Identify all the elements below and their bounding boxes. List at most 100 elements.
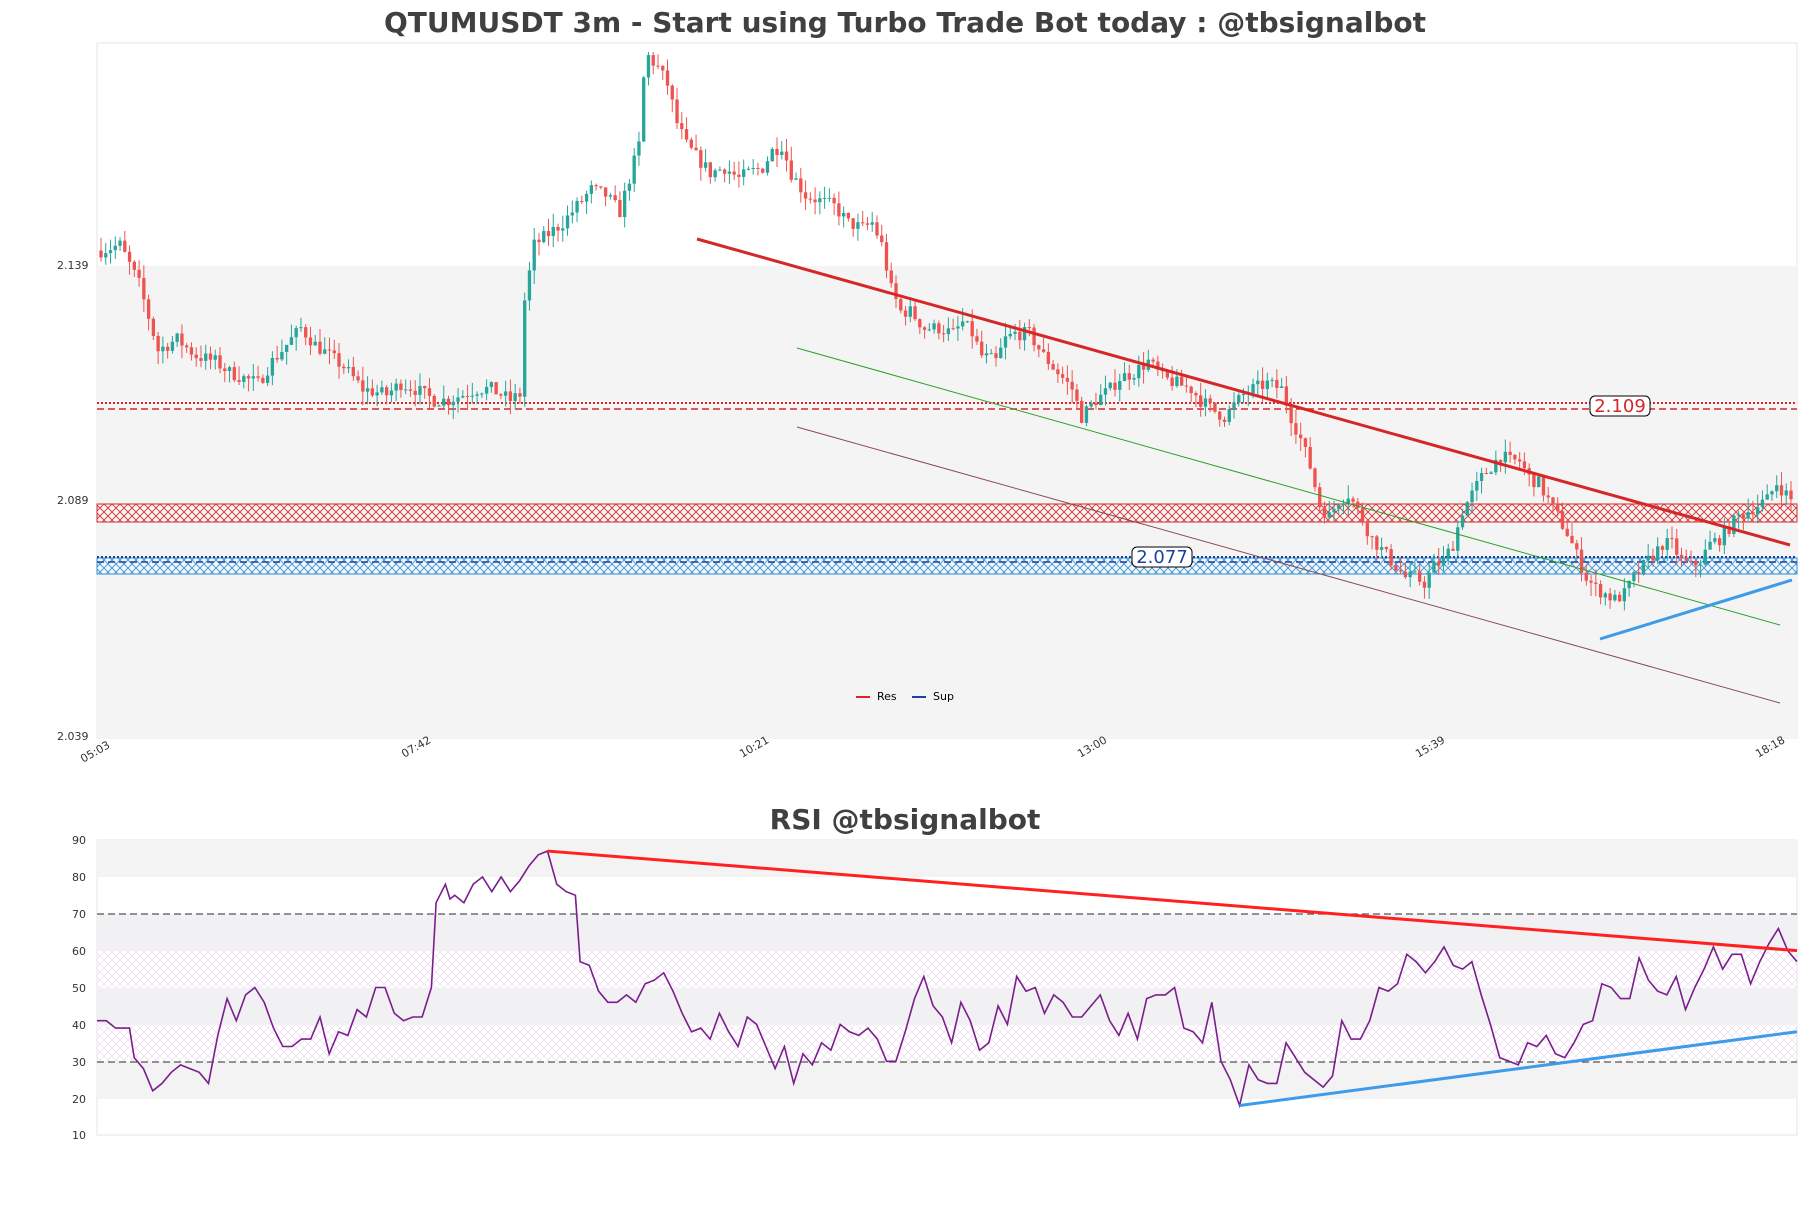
candle-body — [580, 201, 584, 203]
candle-body — [956, 326, 960, 329]
candle-body — [1046, 351, 1051, 365]
candle-body — [465, 395, 470, 397]
candle-body — [1103, 388, 1108, 395]
candle-body — [1003, 336, 1008, 348]
support-price-text: 2.077 — [1136, 547, 1188, 568]
candle-body — [1199, 395, 1203, 407]
candle-body — [1532, 474, 1536, 488]
candle-body — [803, 192, 808, 199]
candle-body — [437, 405, 441, 407]
candle-body — [251, 376, 256, 379]
candle-body — [1080, 400, 1084, 423]
candle-body — [461, 395, 465, 398]
candle-body — [1584, 572, 1588, 581]
candle-body — [489, 382, 494, 387]
y-tick-label: 2.139 — [57, 259, 89, 272]
candle-body — [599, 186, 603, 188]
resistance-price-label: 2.109 — [1589, 395, 1651, 417]
candle-body — [570, 212, 574, 216]
candle-body — [1227, 409, 1231, 422]
candle-body — [1784, 490, 1788, 496]
candle-body — [1222, 419, 1227, 422]
candle-body — [841, 212, 846, 217]
candle-body — [1679, 554, 1684, 558]
rsi-band-40-50 — [97, 988, 1797, 1025]
legend-label-sup: Sup — [933, 690, 954, 703]
candle-body — [1279, 386, 1284, 388]
rsi-y-tick-label: 20 — [72, 1093, 86, 1106]
candle-body — [342, 366, 346, 369]
candle-body — [1594, 582, 1598, 584]
candle-body — [137, 269, 141, 278]
candle-body — [918, 319, 922, 328]
candle-body — [513, 393, 517, 401]
candle-body — [846, 212, 851, 219]
candle-body — [984, 353, 989, 356]
candle-body — [794, 178, 798, 180]
candle-body — [127, 251, 132, 262]
candle-body — [1237, 395, 1241, 403]
candle-body — [256, 376, 260, 378]
candle-body — [1122, 373, 1127, 382]
candle-body — [884, 242, 889, 271]
candle-body — [218, 355, 222, 369]
candle-body — [808, 198, 812, 200]
candle-body — [213, 355, 217, 360]
candle-body — [680, 123, 684, 130]
candle-body — [994, 353, 998, 359]
candle-body — [813, 199, 817, 203]
candle-body — [565, 215, 570, 229]
candle-body — [713, 170, 717, 178]
candle-body — [932, 323, 936, 330]
candle-body — [1099, 394, 1103, 406]
candle-body — [142, 277, 146, 300]
candle-body — [637, 141, 641, 156]
candle-body — [1194, 393, 1198, 396]
candle-body — [394, 383, 398, 391]
candle-body — [742, 169, 746, 177]
candle-body — [832, 197, 836, 204]
candle-body — [1451, 548, 1455, 551]
candle-body — [270, 357, 275, 376]
candle-body — [1179, 376, 1184, 386]
candle-body — [1384, 547, 1389, 550]
candle-body — [132, 261, 136, 270]
candle-body — [999, 347, 1003, 359]
candle-body — [451, 401, 455, 406]
candle-body — [384, 387, 389, 396]
candle-body — [194, 354, 198, 359]
candle-body — [442, 398, 446, 406]
candle-body — [1551, 497, 1555, 504]
candle-body — [1622, 588, 1627, 602]
candle-body — [1118, 381, 1122, 390]
candle-body — [703, 162, 708, 168]
candle-body — [313, 341, 317, 346]
candle-body — [518, 393, 522, 397]
candle-body — [946, 328, 951, 335]
candle-body — [294, 328, 298, 338]
candle-body — [427, 388, 432, 396]
candle-body — [822, 198, 827, 200]
main-plot-area: 2.109 2.077 Res Sup — [96, 42, 1798, 739]
candle-body — [1327, 512, 1331, 518]
candle-body — [746, 168, 751, 170]
candle-body — [1775, 485, 1779, 492]
candle-body — [1108, 382, 1112, 389]
candle-body — [1041, 349, 1046, 352]
candle-body — [265, 375, 270, 383]
candle-body — [1027, 327, 1031, 329]
candle-body — [1413, 571, 1417, 573]
candle-body — [246, 376, 251, 379]
candle-body — [1089, 403, 1093, 407]
candle-body — [1789, 490, 1793, 500]
candle-body — [765, 161, 770, 173]
candle-body — [1137, 364, 1141, 379]
candle-body — [189, 347, 194, 355]
candle-body — [261, 377, 265, 383]
candle-body — [151, 318, 156, 336]
candle-body — [1508, 451, 1512, 455]
candle-body — [375, 392, 379, 396]
candle-body — [1322, 507, 1327, 518]
candle-body — [718, 169, 722, 171]
candle-body — [118, 240, 122, 246]
